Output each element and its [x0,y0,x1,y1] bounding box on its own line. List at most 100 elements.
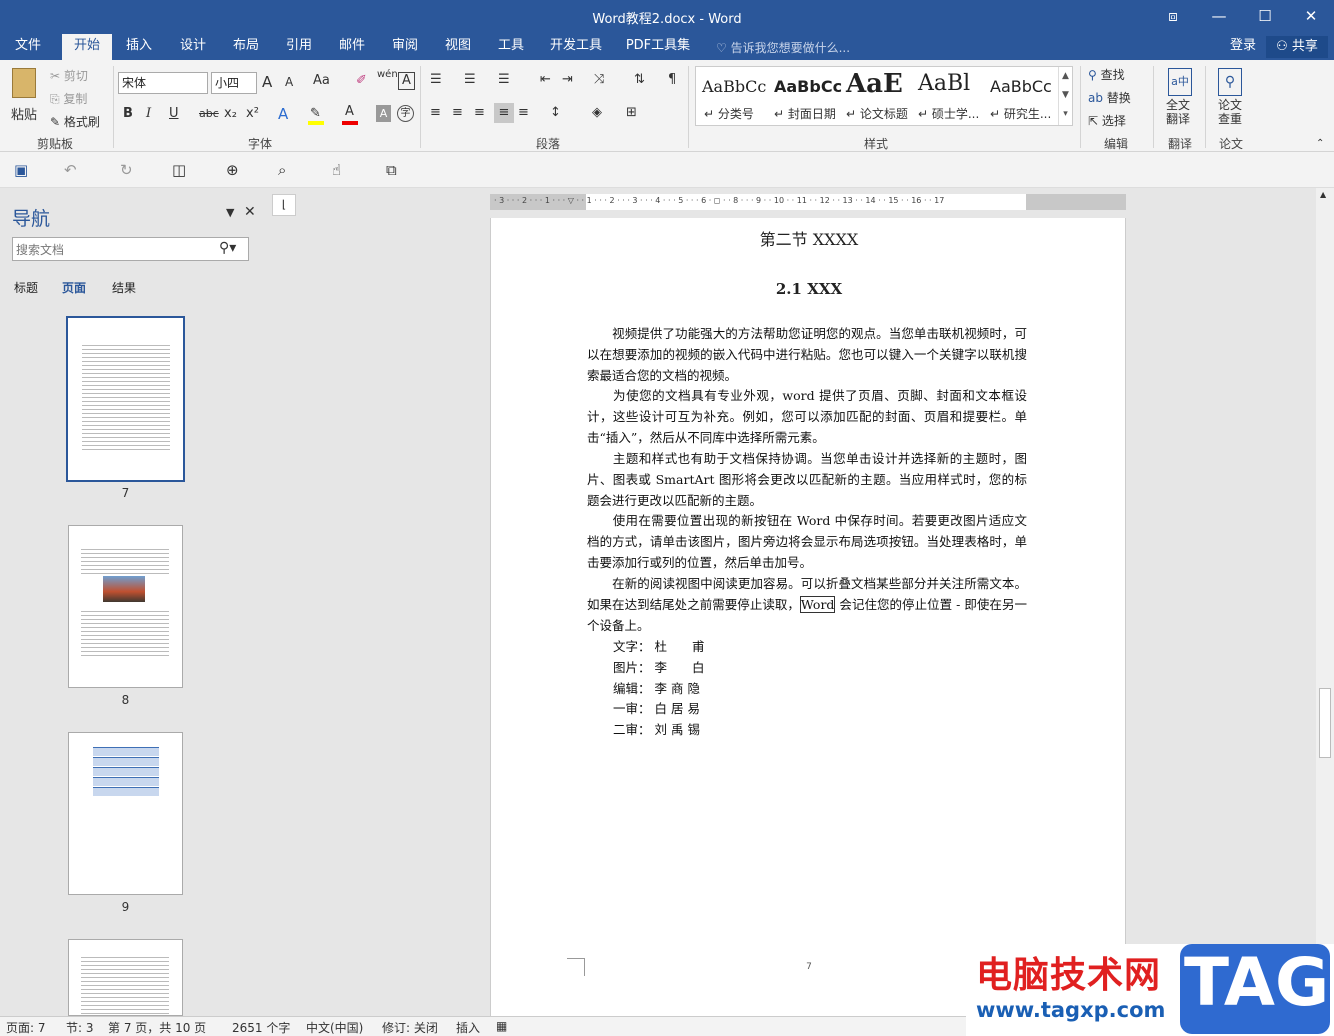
italic-button[interactable]: I [146,106,151,121]
paper-check-button[interactable]: ⚲ 论文 查重 [1210,66,1252,132]
grow-font-button[interactable]: A [262,73,272,91]
char-shading-button[interactable]: A [376,105,391,122]
status-page-count[interactable]: 第 7 页，共 10 页 [108,1019,206,1036]
select-button[interactable]: ⇱ 选择 [1088,112,1126,129]
horizontal-ruler[interactable]: · 3 · · · 2 · · · 1 · · · ▽ · · 1 · · · … [490,194,1126,210]
maximize-button[interactable]: ☐ [1242,0,1288,34]
phonetic-guide-button[interactable]: wén [377,69,398,80]
multilevel-list-icon[interactable]: ☰ [498,72,510,87]
vertical-scrollbar[interactable]: ▲ [1316,188,1334,1016]
style-item[interactable]: AaBbCc ↵ 研究生... [986,69,1058,125]
undo-icon[interactable]: ↶ [64,161,77,179]
paste-button[interactable]: 粘贴 [8,66,42,126]
styles-scroll[interactable]: ▲ ▼ ▾ [1058,67,1072,125]
tab-review[interactable]: 审阅 [382,34,428,60]
copy-button[interactable]: ⎘ 复制 [50,90,87,107]
cut-button[interactable]: ✂ 剪切 [50,67,88,84]
underline-button[interactable]: U [169,106,179,121]
macro-record-icon[interactable]: ▦ [496,1019,507,1033]
font-name-combo[interactable]: 宋体 [118,72,208,94]
print-preview-icon[interactable]: ⌕ [278,161,286,179]
status-word-count[interactable]: 2651 个字 [232,1019,290,1036]
tell-me-box[interactable]: ♡ 告诉我您想要做什么... [716,39,850,56]
find-button[interactable]: ⚲ 查找 [1088,66,1125,83]
close-button[interactable]: ✕ [1288,0,1334,34]
char-border-button[interactable]: A [398,72,415,90]
enclose-char-button[interactable]: 字 [397,105,414,122]
share-button[interactable]: ⚇ 共享 [1266,36,1328,58]
tab-layout[interactable]: 布局 [223,34,269,60]
tab-view[interactable]: 视图 [435,34,481,60]
distributed-icon[interactable]: ≡ [518,105,529,120]
style-item[interactable]: AaBbCc ↵ 封面日期 [770,69,842,125]
align-left-icon[interactable]: ≡ [430,105,441,120]
tab-file[interactable]: 文件 [4,34,52,60]
tab-home[interactable]: 开始 [62,34,112,60]
style-item[interactable]: AaBl ↵ 硕士学... [914,69,986,125]
status-language[interactable]: 中文(中国) [306,1019,363,1036]
tab-references[interactable]: 引用 [276,34,322,60]
superscript-button[interactable]: x² [246,106,259,121]
shading-bucket-icon[interactable]: ◈ [592,105,602,120]
nav-search-input[interactable]: 搜索文档 ⚲▾ [12,237,249,261]
format-painter-button[interactable]: ✎ 格式刷 [50,113,100,130]
numbering-icon[interactable]: ☰ [464,72,476,87]
tab-design[interactable]: 设计 [170,34,216,60]
customize-icon[interactable]: ⧉ [386,161,397,179]
borders-icon[interactable]: ⊞ [626,105,637,120]
sort-icon[interactable]: ⇅ [634,72,645,87]
style-item[interactable]: AaE ↵ 论文标题 [842,69,914,125]
text-effects-button[interactable]: A [278,105,288,123]
full-translate-button[interactable]: a中 全文 翻译 [1160,66,1200,132]
strikethrough-button[interactable]: abc [199,107,219,120]
bullets-icon[interactable]: ☰ [430,72,442,87]
change-case-button[interactable]: Aa [313,73,330,88]
status-section[interactable]: 节: 3 [66,1019,94,1036]
tab-mailings[interactable]: 邮件 [329,34,375,60]
redo-icon[interactable]: ↻ [120,161,133,179]
tab-developer[interactable]: 开发工具 [540,34,612,60]
nav-menu-icon[interactable]: ▼ [226,206,234,219]
login-link[interactable]: 登录 [1224,34,1262,60]
read-mode-icon[interactable]: ◫ [172,161,186,179]
page-thumbnail[interactable] [68,732,183,895]
document-page[interactable]: 第二节 XXXX 2.1 XXX 视频提供了功能强大的方法帮助您证明您的观点。当… [490,218,1126,1016]
justify-icon[interactable]: ≡ [494,103,514,123]
status-insert-mode[interactable]: 插入 [456,1019,480,1036]
line-spacing-icon[interactable]: ↕ [550,105,561,120]
bold-button[interactable]: B [123,106,133,121]
tab-selector[interactable]: ⌊ [272,194,296,216]
align-center-icon[interactable]: ≡ [452,105,463,120]
tab-pdf-tools[interactable]: PDF工具集 [620,34,696,60]
replace-button[interactable]: ab 替换 [1088,89,1131,106]
touch-mode-icon[interactable]: ☝ [332,161,341,179]
collapse-ribbon-icon[interactable]: ⌃ [1316,138,1324,149]
clear-format-icon[interactable]: ✐ [356,73,367,88]
scroll-thumb[interactable] [1319,688,1331,758]
decrease-indent-icon[interactable]: ⇤ [540,72,551,87]
ribbon-display-options-button[interactable]: ⧈ [1150,0,1196,34]
status-track-changes[interactable]: 修订: 关闭 [382,1019,438,1036]
subscript-button[interactable]: x₂ [224,106,237,121]
search-icon[interactable]: ⚲▾ [219,240,236,256]
font-color-button[interactable]: A [342,104,358,125]
scroll-up-icon[interactable]: ▲ [1320,190,1326,199]
web-layout-icon[interactable]: ⊕ [226,161,239,179]
chinese-layout-icon[interactable]: ⤨ [594,72,604,87]
status-page[interactable]: 页面: 7 [6,1019,46,1036]
nav-tab-results[interactable]: 结果 [112,279,136,296]
font-size-combo[interactable]: 小四 [211,72,257,94]
tab-insert[interactable]: 插入 [116,34,162,60]
tab-tools[interactable]: 工具 [488,34,534,60]
align-right-icon[interactable]: ≡ [474,105,485,120]
nav-tab-headings[interactable]: 标题 [14,279,38,296]
increase-indent-icon[interactable]: ⇥ [562,72,573,87]
close-icon[interactable]: ✕ [244,204,256,220]
page-thumbnail[interactable] [66,316,185,482]
shrink-font-button[interactable]: A [285,75,293,89]
style-item[interactable]: AaBbCc ↵ 分类号 [698,69,770,125]
page-thumbnail[interactable] [68,525,183,688]
save-icon[interactable]: ▣ [14,161,28,179]
show-marks-icon[interactable]: ¶ [668,72,676,87]
minimize-button[interactable]: — [1196,0,1242,34]
